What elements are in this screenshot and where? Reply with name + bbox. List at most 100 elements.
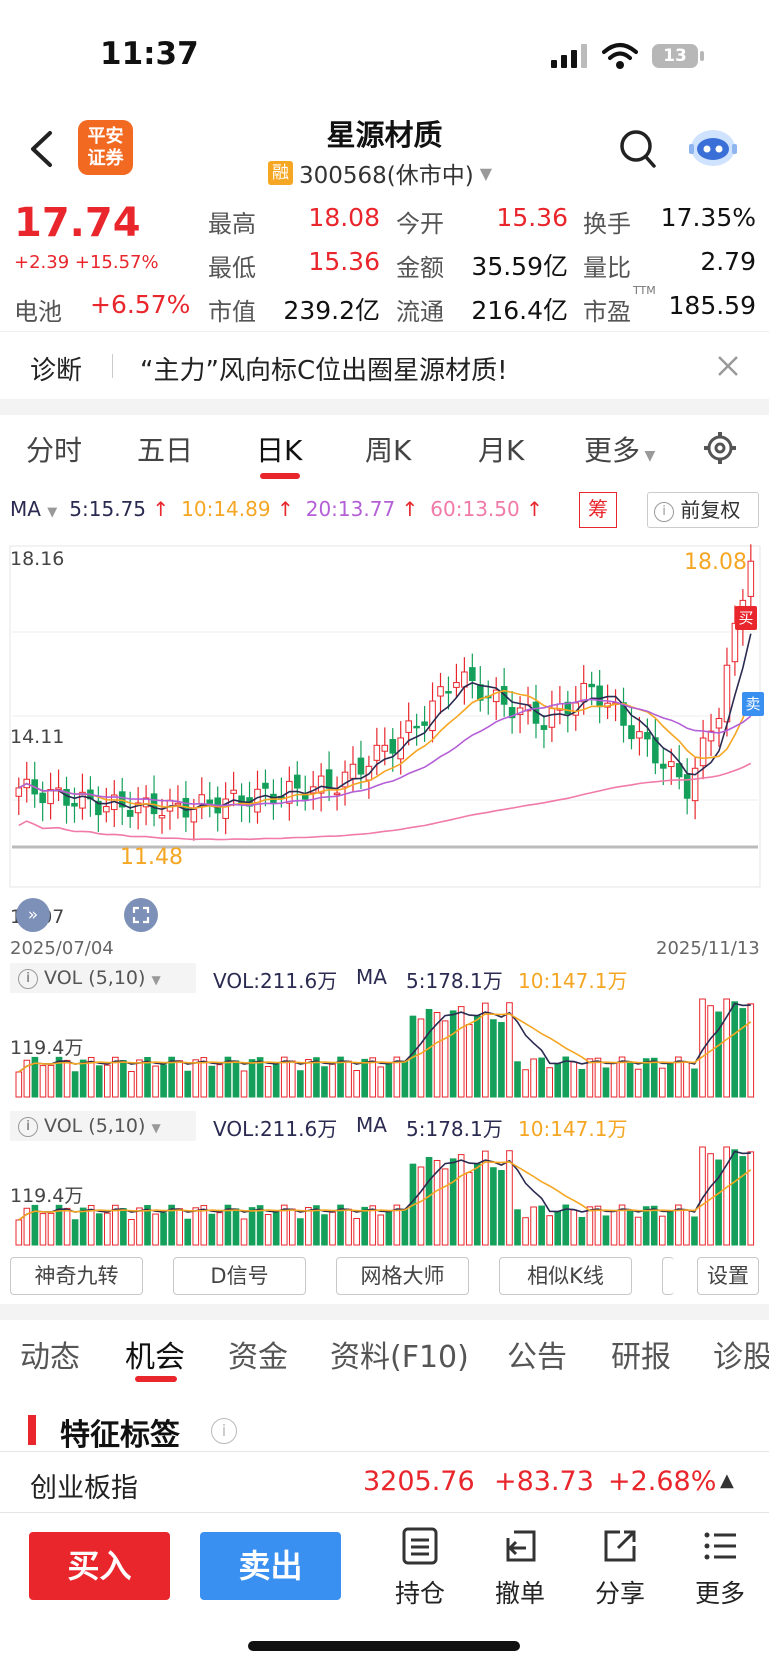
- tab-daily-k[interactable]: 日K: [256, 429, 302, 469]
- tab-news[interactable]: 动态: [20, 1332, 80, 1376]
- volume-bar: [739, 1156, 747, 1246]
- volume-bar: [457, 1006, 465, 1098]
- volume-bar: [538, 1205, 545, 1246]
- volume-bar: [152, 1213, 159, 1246]
- buy-button[interactable]: 买入: [29, 1532, 170, 1600]
- volume-bar: [642, 1206, 650, 1246]
- active-tab-indicator: [135, 1376, 177, 1382]
- section-title: 特征标签: [60, 1418, 180, 1453]
- vol-indicator-selector[interactable]: i VOL (5,10) ▼: [10, 963, 196, 993]
- volume-bar: [103, 1212, 111, 1246]
- volume-bar: [626, 1209, 634, 1246]
- holdings-label: 持仓: [394, 1579, 445, 1608]
- diagnosis-label: 诊断: [30, 356, 83, 386]
- cancel-order-button[interactable]: 撤单: [480, 1526, 560, 1610]
- volume-bar: [610, 1062, 618, 1098]
- volume-bar: [425, 1008, 433, 1098]
- tab-weekly-k[interactable]: 周K: [365, 429, 411, 469]
- home-indicator[interactable]: [248, 1641, 520, 1651]
- candle: [126, 809, 134, 817]
- tab-monthly-k[interactable]: 月K: [478, 429, 524, 469]
- tool-similar-k-button[interactable]: 相似K线: [499, 1257, 632, 1295]
- ma-legend[interactable]: MA ▼ 5:15.75 ↑ 10:14.89 ↑ 20:13.77 ↑ 60:…: [10, 497, 543, 521]
- holdings-button[interactable]: 持仓: [380, 1526, 460, 1610]
- tab-funds[interactable]: 资金: [228, 1332, 288, 1376]
- volume-bar: [570, 1061, 578, 1098]
- tab-intraday[interactable]: 分时: [26, 429, 82, 469]
- price-adjust-button[interactable]: i 前复权: [647, 492, 759, 528]
- vol-ma5-value: 5:178.1万: [406, 969, 503, 993]
- stock-code-selector[interactable]: 融 300568(休市中) ▼: [268, 156, 492, 190]
- volume-bar: [297, 1070, 304, 1098]
- tool-grid-master-button[interactable]: 网格大师: [336, 1257, 469, 1295]
- tab-profile-f10[interactable]: 资料(F10): [330, 1332, 469, 1376]
- volume-bar: [482, 1150, 489, 1246]
- volume-chart[interactable]: [0, 1141, 769, 1251]
- index-ticker[interactable]: 创业板指 3205.76 +83.73 +2.68% ▲: [0, 1451, 769, 1513]
- quote-value: 216.4亿: [471, 296, 568, 325]
- volume-bar: [321, 1214, 328, 1246]
- search-icon[interactable]: [618, 128, 658, 170]
- quote-label: 市值: [208, 298, 256, 326]
- volume-bar: [578, 1216, 586, 1246]
- volume-bar: [232, 1060, 240, 1098]
- candle: [453, 682, 460, 688]
- diagnosis-banner[interactable]: 诊断 “主力”风向标C位出圈星源材质!: [0, 331, 769, 399]
- tab-diagnose[interactable]: 诊股: [713, 1332, 769, 1376]
- tool-nine-turns-button[interactable]: 神奇九转: [10, 1257, 143, 1295]
- close-icon[interactable]: [716, 354, 740, 378]
- chevron-down-icon: ▼: [479, 163, 493, 183]
- candle: [325, 769, 333, 789]
- tool-d-signal-button[interactable]: D信号: [173, 1257, 306, 1295]
- index-pct: +2.68%: [608, 1466, 717, 1497]
- settings-gear-icon[interactable]: [703, 431, 737, 465]
- more-button[interactable]: 更多: [680, 1526, 760, 1610]
- share-label: 分享: [594, 1579, 645, 1608]
- candle: [230, 789, 237, 794]
- vol-indicator-selector[interactable]: i VOL (5,10) ▼: [10, 1111, 196, 1141]
- sector-label[interactable]: 电池: [14, 292, 62, 327]
- share-button[interactable]: 分享: [580, 1526, 660, 1610]
- candle: [262, 782, 269, 789]
- tab-opportunity[interactable]: 机会: [125, 1332, 185, 1376]
- volume-bar: [71, 1071, 79, 1098]
- index-change: +83.73: [494, 1466, 594, 1497]
- volume-bar: [554, 1210, 562, 1246]
- volume-bar: [473, 1014, 481, 1098]
- tab-announcements[interactable]: 公告: [507, 1332, 567, 1376]
- chip-distribution-button[interactable]: 筹: [579, 492, 617, 528]
- expand-left-icon[interactable]: »: [16, 898, 50, 932]
- robot-assistant-icon[interactable]: [688, 124, 738, 170]
- volume-bar: [47, 1212, 55, 1246]
- tab-more[interactable]: 更多 ▼: [584, 429, 655, 469]
- candle: [206, 799, 214, 804]
- sector-change[interactable]: +6.57%: [90, 290, 190, 319]
- tool-hidden-button[interactable]: [662, 1257, 674, 1295]
- volume-bar: [361, 1206, 369, 1246]
- volume-bar: [650, 1205, 658, 1246]
- candle: [15, 787, 23, 797]
- more-label: 更多: [694, 1579, 745, 1608]
- expand-up-icon[interactable]: ▲: [720, 1470, 734, 1491]
- tool-settings-button[interactable]: 设置: [697, 1257, 759, 1295]
- cancel-order-label: 撤单: [494, 1579, 545, 1608]
- tab-five-day[interactable]: 五日: [137, 429, 193, 469]
- quote-value: 2.79: [700, 247, 756, 276]
- volume-chart[interactable]: [0, 993, 769, 1103]
- info-icon[interactable]: i: [211, 1418, 237, 1444]
- ma5-value: 5:15.75 ↑: [69, 497, 170, 521]
- sell-button[interactable]: 卖出: [200, 1532, 341, 1600]
- volume-bar: [465, 1024, 473, 1098]
- volume-bar: [482, 1002, 489, 1098]
- quote-label: 流通: [396, 298, 444, 326]
- section-gap: [0, 399, 769, 415]
- candle: [357, 757, 365, 775]
- volume-bar: [683, 1061, 690, 1098]
- kline-chart[interactable]: [0, 540, 769, 940]
- volume-bar: [240, 1070, 248, 1098]
- fullscreen-icon[interactable]: [124, 898, 158, 932]
- ma60-value: 60:13.50 ↑: [430, 497, 543, 521]
- volume-bar: [473, 1162, 481, 1246]
- candle: [636, 731, 643, 739]
- tab-research[interactable]: 研报: [611, 1332, 671, 1376]
